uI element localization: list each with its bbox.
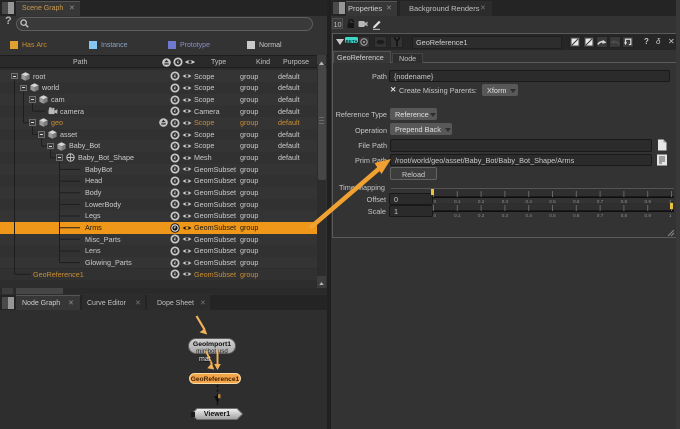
svg-text:0.5: 0.5: [549, 213, 556, 218]
svg-text:0.9: 0.9: [645, 213, 652, 218]
svg-text:0.1: 0.1: [454, 213, 461, 218]
svg-text:1: 1: [669, 213, 672, 218]
svg-text:0.7: 0.7: [597, 213, 604, 218]
svg-text:0.4: 0.4: [526, 213, 533, 218]
svg-text:0.3: 0.3: [502, 213, 509, 218]
svg-text:0.8: 0.8: [621, 213, 628, 218]
svg-text:0.2: 0.2: [478, 213, 485, 218]
svg-text:0.6: 0.6: [573, 213, 580, 218]
svg-text:0: 0: [434, 213, 437, 218]
